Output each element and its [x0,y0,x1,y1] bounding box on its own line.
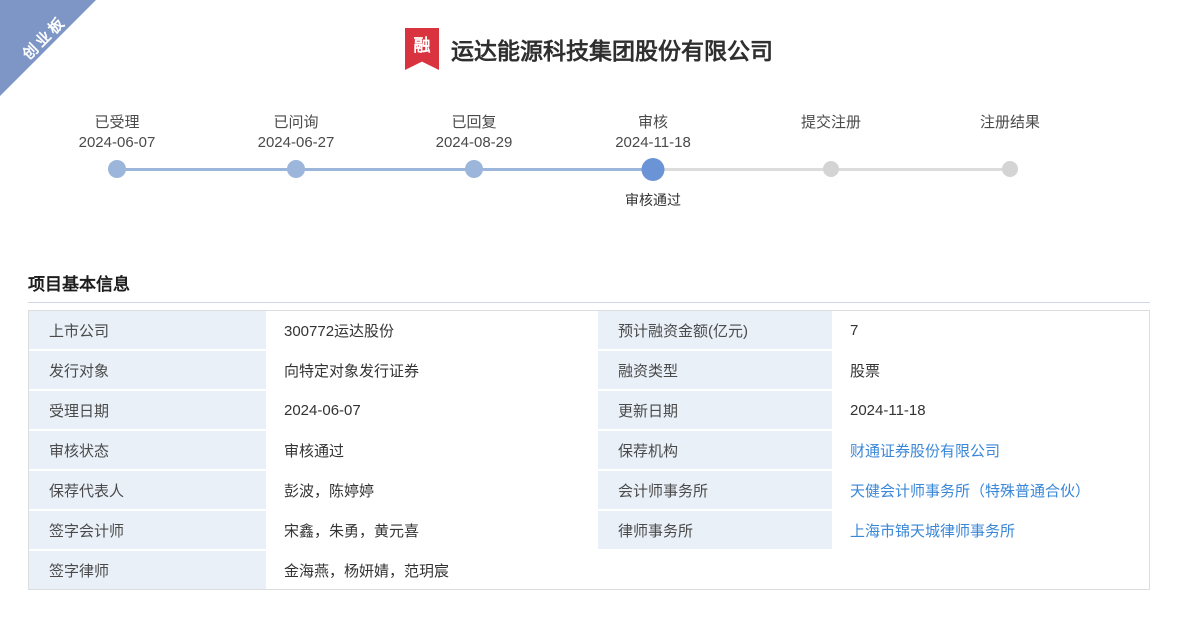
step-label: 已回复 [386,113,562,133]
label-law-firm: 律师事务所 [598,511,832,549]
label-update-date: 更新日期 [598,391,832,429]
step-date: 2024-06-27 [208,133,384,153]
label-acceptance-date: 受理日期 [29,391,266,429]
value-acceptance-date: 2024-06-07 [268,391,596,429]
label-issue-target: 发行对象 [29,351,266,389]
value-signing-lawyers: 金海燕，杨妍婧，范玥宸 [268,551,1149,589]
timeline-step-submit-registration: 提交注册 [743,110,919,220]
sponsor-link[interactable]: 财通证券股份有限公司 [834,431,1149,469]
timeline-step-accepted: 已受理 2024-06-07 [29,110,205,220]
value-issue-target: 向特定对象发行证券 [268,351,596,389]
value-financing-type: 股票 [834,351,1149,389]
label-expected-funding: 预计融资金额(亿元) [598,311,832,349]
step-status-sublabel: 审核通过 [565,190,741,210]
timeline-step-registration-result: 注册结果 [922,110,1098,220]
label-financing-type: 融资类型 [598,351,832,389]
rong-badge-text: 融 [414,37,431,55]
value-update-date: 2024-11-18 [834,391,1149,429]
value-listed-company: 300772运达股份 [268,311,596,349]
value-expected-funding: 7 [834,311,1149,349]
section-divider [28,302,1150,303]
step-date: 2024-11-18 [565,133,741,153]
label-sponsor: 保荐机构 [598,431,832,469]
step-dot-done [287,160,305,178]
step-label: 已受理 [29,113,205,133]
label-accounting-firm: 会计师事务所 [598,471,832,509]
company-title: 运达能源科技集团股份有限公司 [451,32,773,66]
step-label: 已问询 [208,113,384,133]
timeline-step-replied: 已回复 2024-08-29 [386,110,562,220]
step-dot-pending [1002,161,1018,177]
label-sponsor-representatives: 保荐代表人 [29,471,266,509]
label-review-status: 审核状态 [29,431,266,469]
page: 创业板 融 运达能源科技集团股份有限公司 已受理 2024-06-07 已问询 … [0,0,1178,621]
label-signing-lawyers: 签字律师 [29,551,266,589]
label-listed-company: 上市公司 [29,311,266,349]
review-timeline: 已受理 2024-06-07 已问询 2024-06-27 已回复 2024-0… [0,110,1178,220]
step-label: 提交注册 [743,113,919,133]
step-dot-done [465,160,483,178]
step-dot-pending [823,161,839,177]
accounting-firm-link[interactable]: 天健会计师事务所（特殊普通合伙） [834,471,1149,509]
law-firm-link[interactable]: 上海市锦天城律师事务所 [834,511,1149,549]
timeline-step-inquired: 已问询 2024-06-27 [208,110,384,220]
step-dot-active [642,158,665,181]
project-info-table: 上市公司 300772运达股份 预计融资金额(亿元) 7 发行对象 向特定对象发… [28,310,1150,590]
header: 融 运达能源科技集团股份有限公司 [0,28,1178,70]
label-signing-accountants: 签字会计师 [29,511,266,549]
timeline-step-review: 审核 2024-11-18 审核通过 [565,110,741,220]
step-label: 审核 [565,113,741,133]
value-signing-accountants: 宋鑫，朱勇，黄元喜 [268,511,596,549]
rong-badge-icon: 融 [405,28,439,70]
value-review-status: 审核通过 [268,431,596,469]
step-label: 注册结果 [922,113,1098,133]
section-title-basic-info: 项目基本信息 [28,270,130,295]
value-sponsor-representatives: 彭波，陈婷婷 [268,471,596,509]
step-date: 2024-06-07 [29,133,205,153]
step-dot-done [108,160,126,178]
step-date: 2024-08-29 [386,133,562,153]
